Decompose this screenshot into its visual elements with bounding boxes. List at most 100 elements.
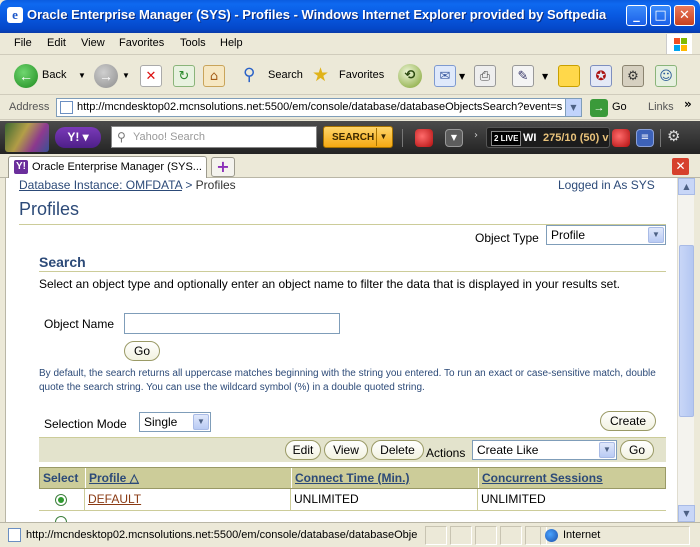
close-tab-icon[interactable]: ✕: [672, 158, 689, 175]
object-type-select[interactable]: Profile ▼: [546, 225, 666, 245]
view-button[interactable]: View: [324, 440, 368, 460]
chevron-down-icon: ▼: [648, 227, 664, 243]
yahoo-search-label: SEARCH: [332, 132, 375, 143]
links-toolbar[interactable]: Links: [648, 101, 674, 113]
score-value: 275/10 (50) v: [543, 132, 609, 144]
address-dropdown-icon[interactable]: ▼: [565, 99, 581, 116]
scrollbar-thumb[interactable]: [679, 245, 694, 417]
edit-button[interactable]: Edit: [285, 440, 321, 460]
page-content: Database Instance: OMFDATA > Profiles Lo…: [5, 178, 677, 522]
create-button[interactable]: Create: [600, 411, 656, 431]
yahoo-search-placeholder: Yahoo! Search: [133, 131, 205, 143]
yahoo-list-icon[interactable]: ≡: [636, 129, 654, 147]
back-button[interactable]: ← Back ▼: [12, 63, 88, 89]
menu-file[interactable]: File: [14, 37, 32, 49]
address-go-button[interactable]: → Go: [590, 99, 632, 117]
actions-select[interactable]: Create Like ▼: [472, 440, 617, 460]
back-label: Back: [42, 69, 67, 81]
history-icon[interactable]: ⟲: [398, 64, 422, 88]
menu-tools[interactable]: Tools: [180, 37, 206, 49]
edit-dropdown-icon[interactable]: ▼: [542, 72, 548, 81]
yahoo-search-input[interactable]: ⚲ Yahoo! Search: [111, 126, 317, 148]
scroll-up-icon[interactable]: ▲: [678, 178, 695, 195]
home-icon[interactable]: ⌂: [203, 65, 225, 87]
edit-page-icon[interactable]: ✎: [512, 65, 534, 87]
yahoo-settings-gear-icon[interactable]: ⚙: [667, 127, 680, 145]
tab-oracle-em[interactable]: Y! Oracle Enterprise Manager (SYS...: [8, 156, 207, 178]
page-title: Profiles: [19, 199, 80, 219]
yahoo-menu-icon[interactable]: ▼: [445, 129, 463, 147]
actions-go-button[interactable]: Go: [620, 440, 654, 460]
stop-icon[interactable]: ✕: [140, 65, 162, 87]
toolbar-divider: [660, 129, 661, 147]
print-icon[interactable]: ⎙: [474, 65, 496, 87]
vertical-scrollbar[interactable]: ▲ ▼: [677, 178, 695, 522]
menu-edit[interactable]: Edit: [47, 37, 66, 49]
favorites-button[interactable]: ★ Favorites: [312, 63, 390, 89]
delete-button[interactable]: Delete: [371, 440, 424, 460]
yahoo-favicon-icon: Y!: [14, 160, 28, 174]
column-header-concurrent-sessions[interactable]: Concurrent Sessions: [478, 468, 665, 488]
yahoo-search-icon: ⚲: [117, 130, 126, 144]
minimize-button[interactable]: _: [626, 5, 647, 26]
cricket-score-ticker[interactable]: 2 LIVE WI 275/10 (50) v: [486, 127, 610, 148]
new-tab-button[interactable]: +: [211, 157, 235, 177]
search-button[interactable]: ⚲ Search: [243, 63, 305, 89]
yahoo-search-button[interactable]: SEARCH ▼: [323, 126, 393, 148]
row-select-cell: [39, 511, 84, 522]
search-go-button[interactable]: Go: [124, 341, 160, 361]
search-icon: ⚲: [243, 65, 256, 84]
object-type-value: Profile: [551, 228, 586, 242]
tools-icon[interactable]: ⚙: [622, 65, 644, 87]
column-header-profile[interactable]: Profile △: [85, 468, 291, 488]
menu-help[interactable]: Help: [220, 37, 243, 49]
status-pane: [425, 526, 447, 545]
breadcrumb-database-link[interactable]: Database Instance: OMFDATA: [19, 178, 182, 192]
actions-label: Actions: [426, 446, 466, 460]
status-pane: [500, 526, 522, 545]
yahoo-toolbar: Y! ▾ ⚲ Yahoo! Search SEARCH ▼ ▼ › 2 LIVE…: [0, 121, 700, 154]
mail-icon[interactable]: ✉: [434, 65, 456, 87]
go-label: Go: [612, 101, 627, 113]
navigation-toolbar: ← Back ▼ → ▼ ✕ ↻ ⌂ ⚲ Search ★ Favorites …: [0, 56, 700, 95]
address-input[interactable]: http://mcndesktop02.mcnsolutions.net:550…: [56, 98, 582, 117]
tab-bar: Y! Oracle Enterprise Manager (SYS... + ✕: [0, 154, 700, 178]
table-row: [39, 511, 666, 522]
selection-mode-select[interactable]: Single ▼: [139, 412, 211, 432]
menu-view[interactable]: View: [81, 37, 105, 49]
notes-icon[interactable]: [558, 65, 580, 87]
mail-dropdown-icon[interactable]: ▼: [459, 72, 465, 81]
row-radio-button[interactable]: [55, 494, 67, 506]
messenger-icon[interactable]: ☺: [655, 65, 677, 87]
maximize-button[interactable]: □: [650, 5, 671, 26]
row-select-cell: [39, 489, 84, 510]
menu-favorites[interactable]: Favorites: [119, 37, 164, 49]
windows-logo-icon: [666, 34, 692, 54]
forward-button[interactable]: → ▼: [92, 63, 132, 89]
forward-dropdown-icon[interactable]: ▼: [122, 71, 130, 80]
object-name-label: Object Name: [44, 317, 115, 331]
forward-arrow-icon: →: [94, 64, 118, 88]
status-bar: http://mcndesktop02.mcnsolutions.net:550…: [0, 522, 700, 547]
object-name-input[interactable]: [124, 313, 340, 334]
column-header-connect-time[interactable]: Connect Time (Min.): [291, 468, 478, 488]
refresh-icon[interactable]: ↻: [173, 65, 195, 87]
chevron-down-icon: ▼: [599, 442, 615, 458]
yahoo-menu-button[interactable]: Y! ▾: [55, 127, 101, 148]
yahoo-answers-icon[interactable]: [612, 129, 630, 147]
close-window-button[interactable]: ✕: [674, 5, 695, 26]
scroll-down-icon[interactable]: ▼: [678, 505, 695, 522]
yahoo-more-chevron-icon[interactable]: ›: [474, 130, 478, 141]
column-header-select: Select: [43, 471, 79, 485]
yahoo-mail-icon[interactable]: [415, 129, 433, 147]
address-url[interactable]: http://mcndesktop02.mcnsolutions.net:550…: [77, 101, 562, 113]
profile-link[interactable]: DEFAULT: [84, 489, 290, 510]
links-chevron-icon[interactable]: »: [684, 97, 692, 111]
status-url: http://mcndesktop02.mcnsolutions.net:550…: [26, 529, 418, 541]
back-dropdown-icon[interactable]: ▼: [78, 71, 86, 80]
score-team: WI: [523, 132, 537, 144]
internet-globe-icon: [545, 529, 558, 542]
research-icon[interactable]: ✪: [590, 65, 612, 87]
yahoo-search-dropdown-icon[interactable]: ▼: [376, 128, 390, 146]
address-label: Address: [9, 101, 50, 113]
